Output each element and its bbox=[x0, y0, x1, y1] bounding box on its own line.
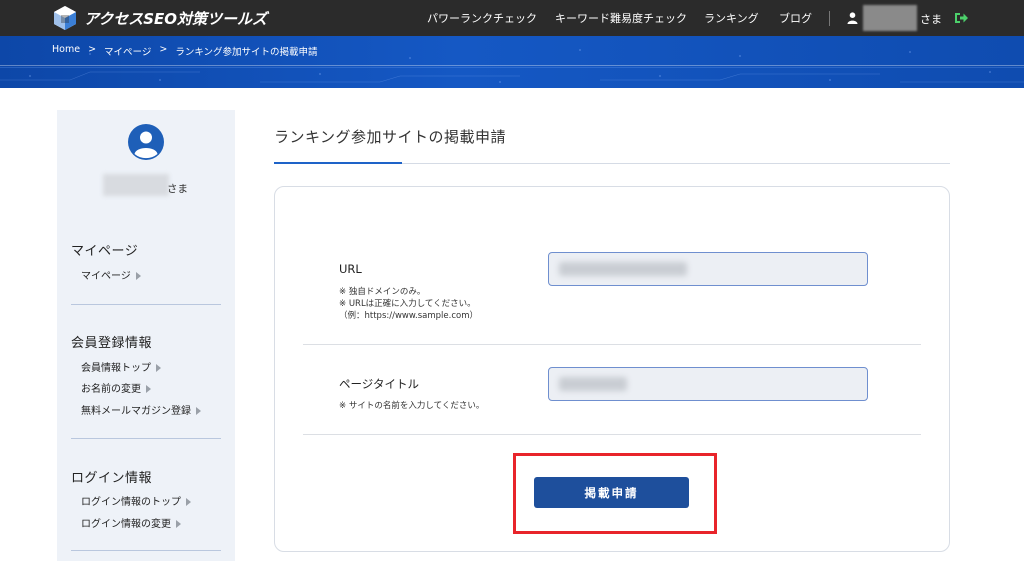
form-row-divider bbox=[303, 434, 921, 435]
breadcrumb-separator: > bbox=[159, 44, 168, 55]
breadcrumb-current: ランキング参加サイトの掲載申請 bbox=[175, 47, 318, 58]
url-input[interactable] bbox=[548, 252, 868, 286]
sidebar-heading-member-info: 会員登録情報 bbox=[71, 336, 153, 351]
nav-keyword-difficulty-check[interactable]: キーワード難易度チェック bbox=[555, 10, 687, 26]
nav-power-rank-check[interactable]: パワーランクチェック bbox=[427, 10, 537, 26]
sidebar-link-login-top[interactable]: ログイン情報のトップ bbox=[81, 493, 191, 508]
sidebar-link-label: お名前の変更 bbox=[81, 384, 141, 395]
user-name-redacted bbox=[863, 5, 917, 31]
sidebar-link-label: マイページ bbox=[81, 271, 131, 282]
breadcrumb: Home > マイページ > ランキング参加サイトの掲載申請 bbox=[52, 44, 318, 58]
sidebar-link-newsletter[interactable]: 無料メールマガジン登録 bbox=[81, 402, 201, 417]
sidebar-divider bbox=[71, 438, 221, 439]
user-suffix: さま bbox=[920, 13, 942, 26]
sidebar-heading-login-info: ログイン情報 bbox=[71, 471, 153, 486]
breadcrumb-separator: > bbox=[88, 44, 97, 55]
sidebar-link-label: ログイン情報のトップ bbox=[81, 497, 181, 508]
page-title-input[interactable] bbox=[548, 367, 868, 401]
submit-button[interactable]: 掲載申請 bbox=[534, 477, 689, 508]
sidebar-divider bbox=[71, 304, 221, 305]
sidebar-link-label: 会員情報トップ bbox=[81, 363, 151, 374]
avatar-icon bbox=[128, 124, 164, 160]
sidebar-user-suffix: さま bbox=[167, 183, 188, 195]
url-note: ※ 独自ドメインのみ。 bbox=[339, 287, 426, 297]
form-row-divider bbox=[303, 344, 921, 345]
nav-ranking[interactable]: ランキング bbox=[704, 10, 759, 26]
band-rule-secondary bbox=[0, 67, 1024, 68]
sidebar: さま マイページ マイページ 会員登録情報 会員情報トップ お名前の変更 無料メ… bbox=[57, 110, 235, 561]
sidebar-heading-mypage: マイページ bbox=[71, 244, 139, 259]
sidebar-link-label: ログイン情報の変更 bbox=[81, 519, 171, 530]
user-icon bbox=[847, 12, 858, 24]
breadcrumb-home[interactable]: Home bbox=[52, 44, 80, 58]
caret-right-icon bbox=[156, 364, 161, 372]
sidebar-link-label: 無料メールマガジン登録 bbox=[81, 406, 191, 417]
title-rule-accent bbox=[274, 162, 402, 164]
nav-blog[interactable]: ブログ bbox=[779, 10, 812, 26]
page-title-note: ※ サイトの名前を入力してください。 bbox=[339, 401, 485, 411]
caret-right-icon bbox=[186, 498, 191, 506]
sidebar-link-login-change[interactable]: ログイン情報の変更 bbox=[81, 515, 181, 530]
sidebar-link-member-top[interactable]: 会員情報トップ bbox=[81, 359, 161, 374]
caret-right-icon bbox=[135, 272, 141, 280]
nav-divider bbox=[829, 11, 830, 26]
url-label: URL bbox=[339, 262, 362, 276]
logo-text: アクセスSEO対策ツールズ bbox=[84, 9, 268, 28]
page-title-value-redacted bbox=[559, 377, 627, 391]
sidebar-user-name-redacted bbox=[103, 174, 169, 196]
sidebar-link-mypage[interactable]: マイページ bbox=[81, 267, 141, 282]
logout-icon[interactable] bbox=[954, 11, 969, 25]
sidebar-link-change-name[interactable]: お名前の変更 bbox=[81, 380, 151, 395]
site-logo[interactable]: アクセスSEO対策ツールズ bbox=[52, 5, 267, 31]
url-value-redacted bbox=[559, 262, 687, 276]
url-note-example: （例：https://www.sample.com） bbox=[339, 311, 479, 321]
band-rule bbox=[0, 65, 1024, 66]
top-navbar: アクセスSEO対策ツールズ パワーランクチェック キーワード難易度チェック ラン… bbox=[0, 0, 1024, 36]
breadcrumb-mypage[interactable]: マイページ bbox=[104, 44, 151, 58]
caret-right-icon bbox=[196, 407, 201, 415]
cube-logo-icon bbox=[54, 6, 76, 30]
page-title: ランキング参加サイトの掲載申請 bbox=[274, 128, 507, 146]
breadcrumb-band: Home > マイページ > ランキング参加サイトの掲載申請 bbox=[0, 36, 1024, 88]
caret-right-icon bbox=[176, 520, 181, 528]
url-note: ※ URLは正確に入力してください。 bbox=[339, 299, 476, 309]
sidebar-divider bbox=[71, 550, 221, 551]
caret-right-icon bbox=[146, 385, 151, 393]
page-title-label: ページタイトル bbox=[339, 377, 420, 391]
